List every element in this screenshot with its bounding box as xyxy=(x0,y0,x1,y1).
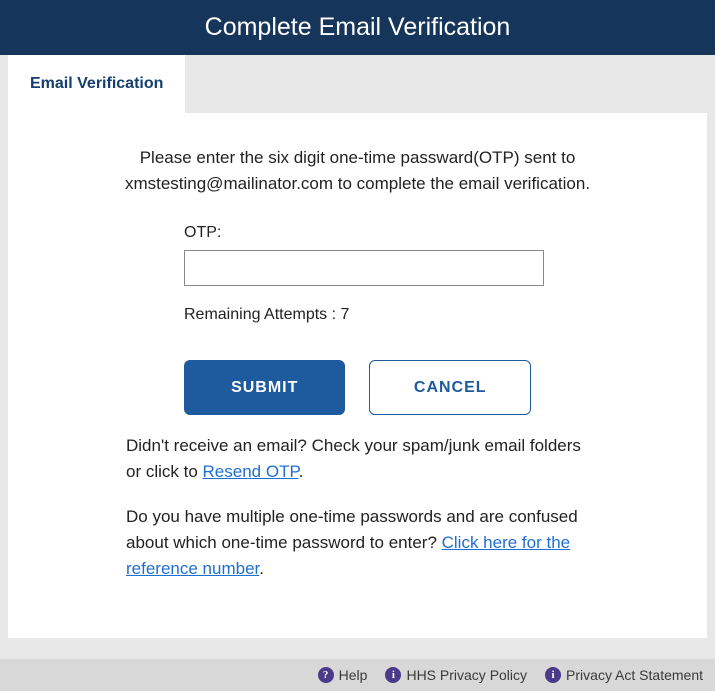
footer-help[interactable]: ? Help xyxy=(318,667,368,683)
tab-email-verification[interactable]: Email Verification xyxy=(8,55,185,113)
submit-button-label: SUBMIT xyxy=(231,379,298,396)
reference-help-text: Do you have multiple one-time passwords … xyxy=(126,504,589,583)
otp-form: OTP: Remaining Attempts : 7 SUBMIT CANCE… xyxy=(184,224,531,415)
info-icon: i xyxy=(545,667,561,683)
tab-label: Email Verification xyxy=(30,75,163,92)
footer-privacy-act[interactable]: i Privacy Act Statement xyxy=(545,667,703,683)
instruction-text: Please enter the six digit one-time pass… xyxy=(108,145,608,196)
tab-bar: Email Verification xyxy=(0,55,715,113)
footer-privacy-label: Privacy Act Statement xyxy=(566,667,703,683)
otp-label: OTP: xyxy=(184,224,531,242)
resend-prefix: Didn't receive an email? Check your spam… xyxy=(126,436,581,481)
main-panel: Please enter the six digit one-time pass… xyxy=(8,113,707,638)
page-title: Complete Email Verification xyxy=(205,13,511,41)
otp-input[interactable] xyxy=(184,250,544,286)
cancel-button-label: CANCEL xyxy=(414,379,487,396)
reference-suffix: . xyxy=(259,559,264,578)
resend-help-text: Didn't receive an email? Check your spam… xyxy=(126,433,589,486)
button-row: SUBMIT CANCEL xyxy=(184,360,531,415)
footer-hhs-privacy[interactable]: i HHS Privacy Policy xyxy=(385,667,527,683)
submit-button[interactable]: SUBMIT xyxy=(184,360,345,415)
info-icon: i xyxy=(385,667,401,683)
footer-help-label: Help xyxy=(339,667,368,683)
resend-otp-link[interactable]: Resend OTP xyxy=(203,462,299,481)
footer: ? Help i HHS Privacy Policy i Privacy Ac… xyxy=(0,659,715,691)
help-icon: ? xyxy=(318,667,334,683)
footer-hhs-label: HHS Privacy Policy xyxy=(406,667,527,683)
remaining-attempts: Remaining Attempts : 7 xyxy=(184,306,531,324)
page-header: Complete Email Verification xyxy=(0,0,715,55)
resend-suffix: . xyxy=(299,462,304,481)
cancel-button[interactable]: CANCEL xyxy=(369,360,531,415)
